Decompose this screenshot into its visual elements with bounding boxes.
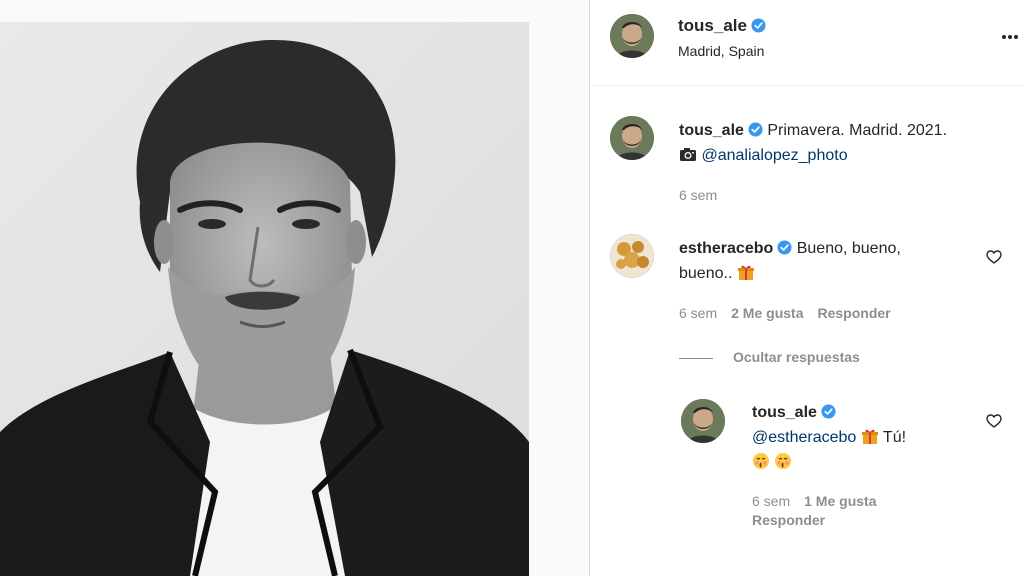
verified-badge-icon [751,18,766,33]
reply-item: tous_ale @estheracebo Tú! [752,400,972,475]
comment-text-line1: Bueno, bueno, [796,240,901,257]
kissing-face-emoji-icon [752,452,770,470]
reply-mention-link[interactable]: @estheracebo [752,429,856,446]
comment-item: estheracebo Bueno, bueno, bueno.. [679,236,979,286]
post-location[interactable]: Madrid, Spain [678,43,764,59]
gift-emoji-icon [737,263,755,281]
portrait-image [0,22,529,576]
reply-time[interactable]: 6 sem [752,493,790,509]
post-details-panel: tous_ale Madrid, Spain tous_ale Primaver… [589,0,1024,576]
author-username-text[interactable]: tous_ale [678,16,747,35]
comment-meta: 6 sem 2 Me gusta Responder [679,305,905,321]
comment-likes[interactable]: 2 Me gusta [731,305,803,321]
caption-mention-link[interactable]: @analialopez_photo [701,147,847,164]
post-header: tous_ale Madrid, Spain [590,0,1024,86]
kissing-face-emoji-icon [774,452,792,470]
verified-badge-icon [748,122,763,137]
like-reply-heart-icon[interactable] [986,413,1002,429]
verified-badge-icon [777,240,792,255]
comment-reply-button[interactable]: Responder [817,305,890,321]
reply-avatar[interactable] [681,399,725,443]
more-options-icon[interactable] [1000,27,1020,47]
post-photo[interactable] [0,22,529,576]
hide-replies-button[interactable]: Ocultar respuestas [733,349,860,365]
comment-time[interactable]: 6 sem [679,305,717,321]
author-avatar[interactable] [610,14,654,58]
commenter-avatar[interactable] [610,234,654,278]
caption-meta: 6 sem [679,187,731,203]
reply-text: Tú! [882,429,907,446]
caption-username[interactable]: tous_ale [679,122,744,139]
caption: tous_ale Primavera. Madrid. 2021. @anali… [679,118,1009,168]
reply-username[interactable]: tous_ale [752,404,817,421]
gift-emoji-icon [861,427,879,445]
reply-meta: 6 sem 1 Me gusta Responder [752,492,952,530]
replies-divider [679,358,713,359]
caption-time[interactable]: 6 sem [679,187,717,203]
verified-badge-icon [821,404,836,419]
comment-text-line2: bueno.. [679,265,733,282]
caption-text: Primavera. Madrid. 2021. [767,122,948,139]
caption-avatar[interactable] [610,116,654,160]
comment-username[interactable]: estheracebo [679,240,773,257]
reply-reply-button[interactable]: Responder [752,512,825,528]
like-comment-heart-icon[interactable] [986,249,1002,265]
reply-likes[interactable]: 1 Me gusta [804,493,876,509]
author-username[interactable]: tous_ale [678,16,766,36]
camera-emoji-icon [679,145,697,163]
